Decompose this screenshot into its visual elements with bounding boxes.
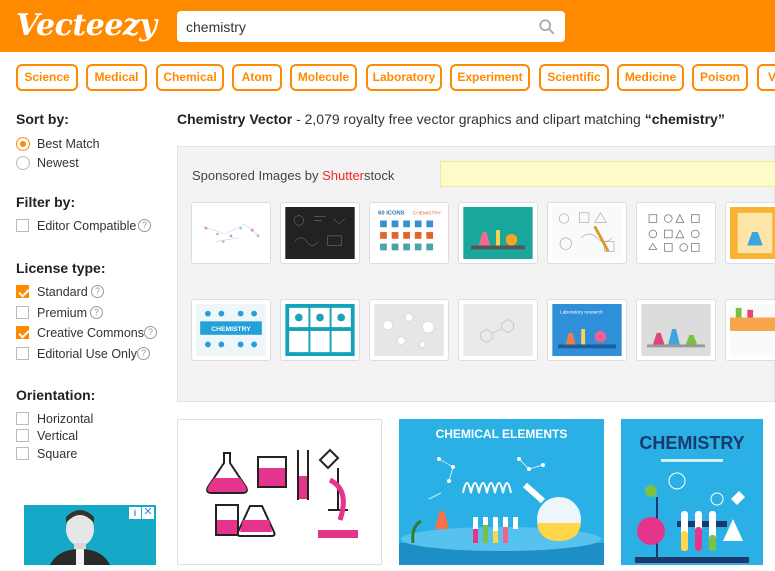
sponsored-panel: Sponsored Images by Shutterstock 60 ICON… bbox=[177, 146, 775, 402]
sponsored-thumb[interactable] bbox=[636, 299, 716, 361]
molecule-network-image bbox=[202, 224, 261, 243]
lab-shelf-image bbox=[730, 304, 775, 356]
help-icon[interactable]: ? bbox=[138, 219, 151, 232]
sponsored-thumb[interactable] bbox=[369, 299, 449, 361]
top-bar: Vecteezy bbox=[0, 0, 775, 52]
white-molecules-image bbox=[374, 304, 444, 356]
tag-molecule[interactable]: Molecule bbox=[290, 64, 357, 91]
infographic-cards-image bbox=[285, 304, 355, 356]
sponsored-thumb[interactable] bbox=[636, 202, 716, 264]
sponsored-thumb[interactable] bbox=[458, 202, 538, 264]
result-card[interactable]: CHEMISTRY bbox=[621, 419, 763, 565]
tag-chemical[interactable]: Chemical bbox=[156, 64, 224, 91]
checkbox[interactable] bbox=[16, 412, 29, 425]
help-icon[interactable]: ? bbox=[91, 285, 104, 298]
checkbox-checked[interactable] bbox=[16, 285, 29, 298]
checkbox[interactable] bbox=[16, 447, 29, 460]
results-title-bold: Chemistry Vector bbox=[177, 111, 293, 127]
filter-heading: Filter by: bbox=[16, 194, 76, 210]
checkbox[interactable] bbox=[16, 347, 29, 360]
sponsored-thumb[interactable] bbox=[547, 202, 627, 264]
tag-experiment[interactable]: Experiment bbox=[450, 64, 530, 91]
ad-info-icon[interactable]: i bbox=[129, 507, 141, 519]
tag-scientific[interactable]: Scientific bbox=[539, 64, 609, 91]
help-icon[interactable]: ? bbox=[137, 347, 150, 360]
orientation-option-label: Vertical bbox=[37, 429, 78, 443]
orientation-option-label: Square bbox=[37, 447, 78, 461]
orange-lab-image bbox=[730, 207, 775, 259]
sponsored-thumb[interactable] bbox=[280, 202, 360, 264]
sponsored-thumb[interactable] bbox=[725, 202, 775, 264]
chalkboard-formulas-image bbox=[285, 207, 355, 259]
results-query: “chemistry” bbox=[644, 111, 725, 127]
doodle-pattern-image bbox=[552, 207, 622, 259]
orientation-option-label: Horizontal bbox=[37, 412, 94, 426]
license-option-label: Editorial Use Only bbox=[37, 347, 138, 361]
chemistry-banner-image: CHEMISTRY bbox=[196, 304, 266, 356]
line-icons-image bbox=[648, 213, 700, 252]
chemical-elements-illustration bbox=[399, 457, 604, 565]
lab-desk-image bbox=[463, 207, 533, 259]
checkbox-checked[interactable] bbox=[16, 326, 29, 339]
thumb-lab-label: Laboratory research bbox=[560, 310, 603, 316]
results-count-text: - 2,079 royalty free vector graphics and… bbox=[296, 111, 641, 127]
radio-selected[interactable] bbox=[16, 137, 30, 151]
grey-structure-image bbox=[463, 304, 533, 356]
sponsored-label: Sponsored Images by Shutterstock bbox=[192, 168, 394, 183]
sponsored-thumb[interactable]: Laboratory research bbox=[547, 299, 627, 361]
tag-medicine[interactable]: Medicine bbox=[617, 64, 684, 91]
sort-heading: Sort by: bbox=[16, 111, 69, 127]
tag-bar: Science Medical Chemical Atom Molecule L… bbox=[0, 52, 775, 102]
result-card[interactable]: CHEMICAL ELEMENTS bbox=[399, 419, 604, 565]
flasks-image bbox=[641, 304, 711, 356]
sponsored-thumb[interactable] bbox=[280, 299, 360, 361]
chemistry-flasks-illustration bbox=[206, 448, 358, 538]
search-box[interactable] bbox=[177, 11, 565, 42]
filter-option-label: Editor Compatible bbox=[37, 219, 137, 233]
chemistry-tubes-illustration bbox=[635, 459, 749, 563]
orientation-heading: Orientation: bbox=[16, 387, 96, 403]
checkbox[interactable] bbox=[16, 429, 29, 442]
checkbox[interactable] bbox=[16, 306, 29, 319]
sponsored-thumb[interactable] bbox=[725, 299, 775, 361]
search-input[interactable] bbox=[177, 11, 527, 42]
shutterstock-link-b[interactable]: stock bbox=[364, 168, 394, 183]
license-heading: License type: bbox=[16, 260, 106, 276]
sponsored-prefix: Sponsored Images by bbox=[192, 168, 319, 183]
sponsored-thumb[interactable]: 60 ICONS CHEMISTRY bbox=[369, 202, 449, 264]
shutterstock-link-a[interactable]: Shutter bbox=[322, 168, 364, 183]
sponsored-thumb[interactable] bbox=[191, 202, 271, 264]
radio-unselected[interactable] bbox=[16, 156, 30, 170]
tag-science[interactable]: Science bbox=[16, 64, 78, 91]
help-icon[interactable]: ? bbox=[90, 306, 103, 319]
tag-atom[interactable]: Atom bbox=[232, 64, 282, 91]
thumb-chem-label: CHEMISTRY bbox=[413, 211, 442, 217]
result-card[interactable] bbox=[177, 419, 382, 565]
license-option-label: Standard bbox=[37, 285, 88, 299]
thumb-chem-label-2: CHEMISTRY bbox=[211, 326, 251, 333]
thumb-icons-label: 60 ICONS bbox=[378, 211, 404, 217]
tag-more[interactable]: V bbox=[757, 64, 775, 91]
sort-option-label: Best Match bbox=[37, 137, 100, 151]
license-option-label: Creative Commons bbox=[37, 326, 144, 340]
advertisement[interactable]: i ✕ bbox=[24, 505, 156, 565]
checkbox[interactable] bbox=[16, 219, 29, 232]
chemistry-icons-set-image: 60 ICONS CHEMISTRY bbox=[378, 211, 442, 251]
tag-medical[interactable]: Medical bbox=[86, 64, 147, 91]
tag-poison[interactable]: Poison bbox=[692, 64, 748, 91]
logo[interactable]: Vecteezy bbox=[16, 8, 157, 43]
results-title: Chemistry Vector - 2,079 royalty free ve… bbox=[177, 111, 725, 127]
sponsored-search-bar[interactable] bbox=[440, 161, 775, 187]
laboratory-research-image: Laboratory research bbox=[552, 304, 622, 356]
search-icon[interactable] bbox=[538, 18, 556, 36]
tag-laboratory[interactable]: Laboratory bbox=[366, 64, 442, 91]
sponsored-thumb[interactable] bbox=[458, 299, 538, 361]
help-icon[interactable]: ? bbox=[144, 326, 157, 339]
sponsored-thumb[interactable]: CHEMISTRY bbox=[191, 299, 271, 361]
sort-option-label: Newest bbox=[37, 156, 79, 170]
license-option-label: Premium bbox=[37, 306, 88, 320]
ad-close-icon[interactable]: ✕ bbox=[142, 507, 154, 519]
